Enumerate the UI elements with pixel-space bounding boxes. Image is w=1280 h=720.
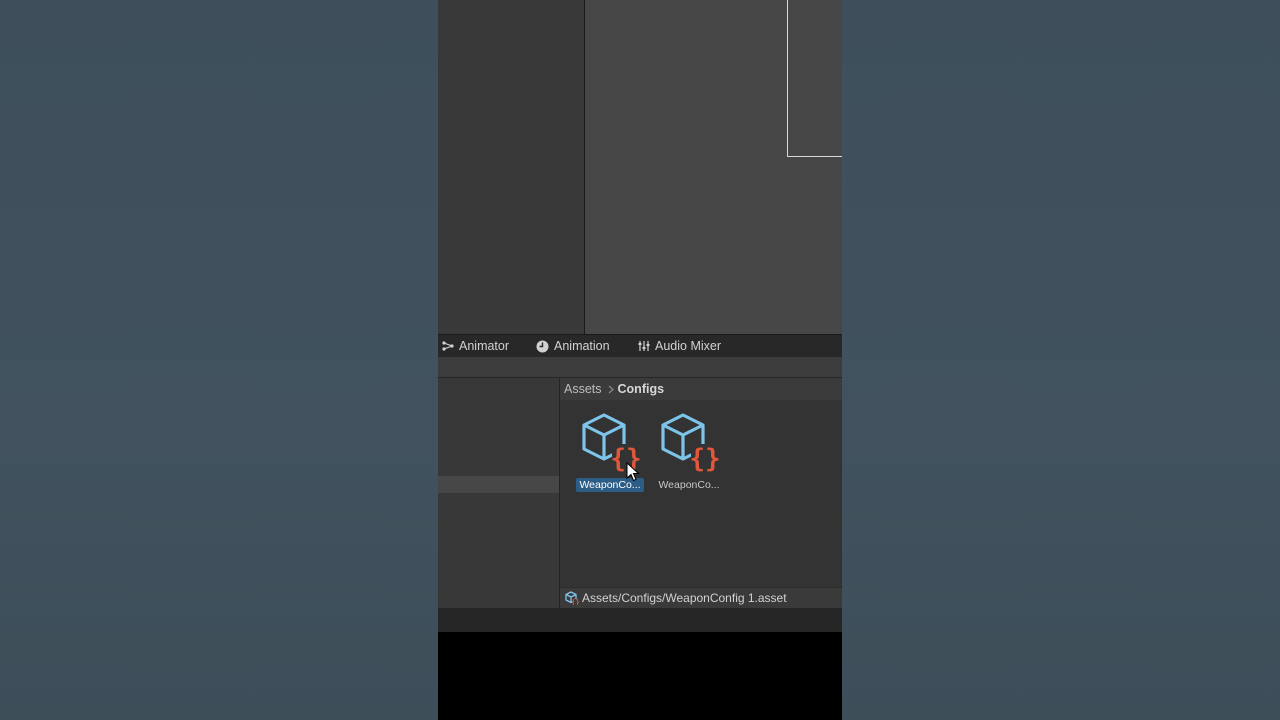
canvas-outline xyxy=(787,0,842,157)
tab-animation[interactable]: Animation xyxy=(536,335,610,357)
scene-view[interactable] xyxy=(585,0,842,334)
svg-text:{}: {} xyxy=(571,599,579,606)
tab-animator-label: Animator xyxy=(459,339,510,353)
breadcrumb: Assets Configs xyxy=(560,378,842,400)
svg-text:{}: {} xyxy=(689,444,720,474)
editor-tab-bar: Animator Animation Audio Mixer xyxy=(438,334,842,357)
scriptable-object-small-icon: {} xyxy=(565,591,579,605)
background-left xyxy=(0,0,438,720)
hierarchy-panel xyxy=(438,0,584,334)
tab-animation-label: Animation xyxy=(554,339,610,353)
breadcrumb-root[interactable]: Assets xyxy=(564,382,602,396)
tree-selected-row[interactable] xyxy=(438,476,559,493)
project-folder-tree[interactable] xyxy=(438,378,559,608)
tab-animator[interactable]: Animator xyxy=(442,335,509,357)
project-toolbar xyxy=(438,357,842,378)
asset-grid[interactable]: {} WeaponCo... {} WeaponCo... xyxy=(560,400,842,587)
asset-path-text: Assets/Configs/WeaponConfig 1.asset xyxy=(582,591,787,605)
clock-icon xyxy=(536,340,549,352)
animator-icon xyxy=(442,341,454,351)
unity-editor: Animator Animation Audio Mixer Assets Co… xyxy=(438,0,842,720)
tab-audio-mixer[interactable]: Audio Mixer xyxy=(638,335,721,357)
mouse-cursor-icon xyxy=(626,462,640,482)
scriptable-object-icon: {} xyxy=(657,412,721,474)
mixer-icon xyxy=(638,341,650,351)
black-letterbox xyxy=(438,632,842,720)
tab-audio-mixer-label: Audio Mixer xyxy=(655,339,721,353)
scriptable-object-icon: {} xyxy=(578,412,642,482)
selected-asset-path-bar: {} Assets/Configs/WeaponConfig 1.asset xyxy=(560,587,842,608)
breadcrumb-current[interactable]: Configs xyxy=(618,382,665,396)
asset-label: WeaponCo... xyxy=(658,479,720,491)
background-right xyxy=(842,0,1280,720)
asset-item[interactable]: {} WeaponCo... xyxy=(575,412,645,492)
chevron-right-icon xyxy=(608,385,614,393)
bottom-toolbar xyxy=(438,608,842,632)
asset-item[interactable]: {} WeaponCo... xyxy=(654,412,724,492)
